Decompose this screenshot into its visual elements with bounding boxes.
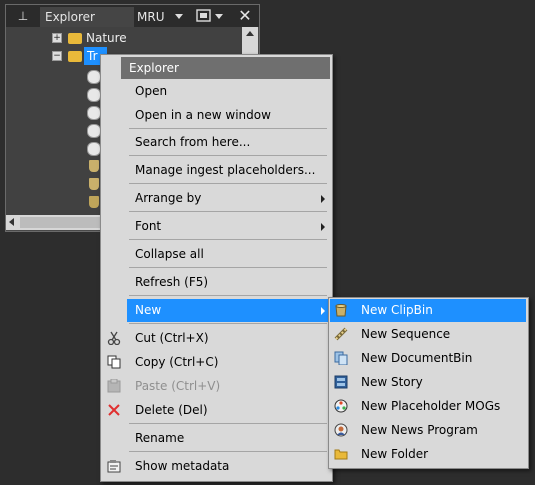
- menu-item-delete[interactable]: Delete (Del): [127, 399, 329, 422]
- documentbin-icon: [334, 351, 348, 365]
- context-menu-header: Explorer: [121, 57, 330, 79]
- submenu-item-new-news-program[interactable]: New News Program: [353, 419, 526, 442]
- pin-icon[interactable]: ⊥: [10, 8, 36, 24]
- context-menu: Explorer Open Open in a new window Searc…: [100, 54, 333, 482]
- chevron-down-icon: [175, 14, 183, 19]
- scroll-thumb[interactable]: [20, 217, 100, 228]
- menu-separator: [129, 239, 327, 240]
- menu-item-refresh[interactable]: Refresh (F5): [127, 271, 329, 294]
- menu-item-label: Arrange by: [135, 191, 202, 205]
- new-submenu: New ClipBin New Sequence New DocumentBin…: [328, 297, 529, 469]
- menu-item-manage-ingest[interactable]: Manage ingest placeholders...: [127, 159, 329, 182]
- submenu-arrow-icon: [321, 195, 325, 203]
- story-item-icon[interactable]: [87, 88, 101, 102]
- menu-item-label: Font: [135, 219, 162, 233]
- folder-open-icon: [68, 51, 82, 62]
- story-item-icon[interactable]: [87, 142, 101, 156]
- story-icon: [334, 375, 348, 389]
- menu-item-open[interactable]: Open: [127, 80, 329, 103]
- story-item-icon[interactable]: [87, 106, 101, 120]
- tree-item-label: Nature: [86, 31, 127, 45]
- menu-item-font[interactable]: Font: [127, 215, 329, 238]
- menu-separator: [129, 267, 327, 268]
- menu-item-show-metadata[interactable]: Show metadata: [127, 455, 329, 478]
- submenu-item-new-clipbin[interactable]: New ClipBin: [330, 299, 526, 322]
- submenu-item-new-placeholder-mogs[interactable]: New Placeholder MOGs: [353, 395, 526, 418]
- sequence-item-icon[interactable]: [89, 196, 99, 208]
- menu-separator: [129, 295, 327, 296]
- mru-dropdown[interactable]: MRU: [137, 7, 189, 27]
- collapse-icon[interactable]: −: [52, 51, 62, 61]
- submenu-item-new-documentbin[interactable]: New DocumentBin: [353, 347, 526, 370]
- menu-item-copy[interactable]: Copy (Ctrl+C): [127, 351, 329, 374]
- menu-separator: [129, 155, 327, 156]
- menu-item-label: New: [135, 303, 162, 317]
- menu-item-open-new-window[interactable]: Open in a new window: [127, 104, 329, 127]
- panel-titlebar: ⊥ Explorer MRU ✕: [6, 5, 259, 27]
- menu-item-cut[interactable]: Cut (Ctrl+X): [127, 327, 329, 350]
- submenu-item-new-sequence[interactable]: New Sequence: [353, 323, 526, 346]
- clipbin-icon: [335, 304, 347, 317]
- placeholder-mogs-icon: [334, 399, 348, 413]
- scroll-left-icon[interactable]: [9, 218, 14, 226]
- news-program-icon: [334, 423, 348, 437]
- folder-icon: [68, 33, 82, 44]
- delete-icon: [108, 404, 120, 416]
- menu-item-collapse-all[interactable]: Collapse all: [127, 243, 329, 266]
- submenu-item-new-story[interactable]: New Story: [353, 371, 526, 394]
- menu-separator: [129, 323, 327, 324]
- scroll-up-icon[interactable]: [246, 31, 254, 36]
- view-options-button[interactable]: [196, 8, 224, 24]
- menu-item-rename[interactable]: Rename: [127, 427, 329, 450]
- close-icon[interactable]: ✕: [236, 7, 254, 25]
- expand-icon[interactable]: +: [52, 33, 62, 43]
- folder-icon: [334, 449, 348, 460]
- story-item-icon[interactable]: [87, 124, 101, 138]
- menu-separator: [129, 211, 327, 212]
- tab-explorer[interactable]: Explorer: [40, 7, 134, 27]
- mru-label: MRU: [137, 10, 165, 24]
- copy-icon: [107, 355, 121, 369]
- sequence-icon: [334, 327, 348, 341]
- menu-item-search[interactable]: Search from here...: [127, 131, 329, 154]
- menu-separator: [129, 183, 327, 184]
- paste-icon: [107, 379, 121, 393]
- metadata-icon: [107, 460, 121, 473]
- scissors-icon: [107, 331, 121, 345]
- submenu-arrow-icon: [321, 307, 325, 315]
- menu-separator: [129, 128, 327, 129]
- chevron-down-icon: [215, 14, 223, 19]
- menu-item-new[interactable]: New: [127, 299, 329, 322]
- submenu-item-new-folder[interactable]: New Folder: [353, 443, 526, 466]
- menu-item-paste[interactable]: Paste (Ctrl+V): [127, 375, 329, 398]
- story-item-icon[interactable]: [87, 70, 101, 84]
- submenu-arrow-icon: [321, 223, 325, 231]
- bin-item-icon[interactable]: [89, 178, 99, 190]
- bin-item-icon[interactable]: [89, 160, 99, 172]
- menu-item-arrange-by[interactable]: Arrange by: [127, 187, 329, 210]
- view-options-icon: [196, 9, 211, 22]
- menu-separator: [129, 451, 327, 452]
- menu-separator: [129, 423, 327, 424]
